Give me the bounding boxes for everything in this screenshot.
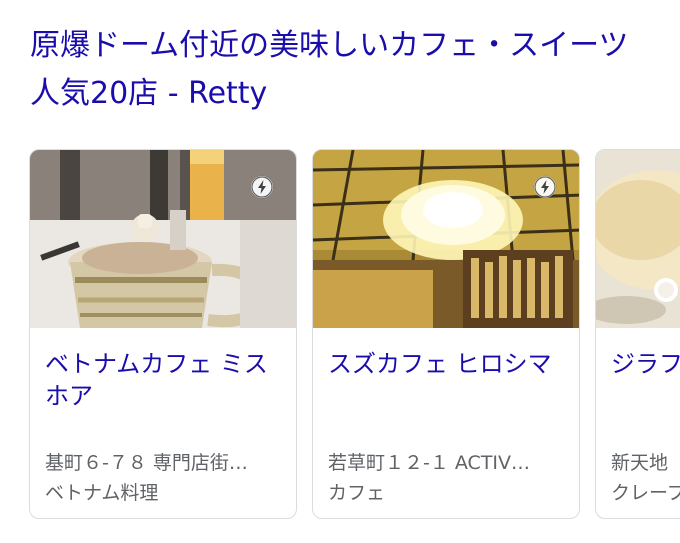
lightning-bolt-icon (534, 176, 556, 198)
place-card[interactable]: ジラフ 中央通 新天地 クレープ (595, 149, 680, 519)
place-card[interactable]: ベトナムカフェ ミスホア 基町６-７８ 専門店街… ベトナム料理 (29, 149, 297, 519)
place-address: 基町６-７８ 専門店街… (45, 452, 248, 474)
result-title-link[interactable]: 原爆ドーム付近の美味しいカフェ・スイーツ 人気20店 - Retty (30, 22, 660, 118)
lightning-bolt-icon (251, 176, 273, 198)
places-carousel[interactable]: ベトナムカフェ ミスホア 基町６-７８ 専門店街… ベトナム料理 スズカフェ ヒ… (0, 149, 680, 521)
place-photo (313, 150, 579, 328)
place-name[interactable]: スズカフェ ヒロシマ (328, 348, 568, 380)
place-category: ベトナム料理 (45, 482, 159, 504)
place-card[interactable]: スズカフェ ヒロシマ 若草町１２-１ ACTIV… カフェ (312, 149, 580, 519)
place-category: カフェ (328, 482, 386, 504)
place-name[interactable]: ジラフ 中央通 (611, 348, 680, 380)
place-category: クレープ (611, 482, 680, 504)
search-result-page: 原爆ドーム付近の美味しいカフェ・スイーツ 人気20店 - Retty ベトナムカ… (0, 0, 680, 543)
place-name[interactable]: ベトナムカフェ ミスホア (45, 348, 285, 412)
place-photo (30, 150, 296, 328)
place-photo (596, 150, 680, 328)
place-address: 新天地 (611, 452, 669, 474)
place-address: 若草町１２-１ ACTIV… (328, 452, 531, 474)
